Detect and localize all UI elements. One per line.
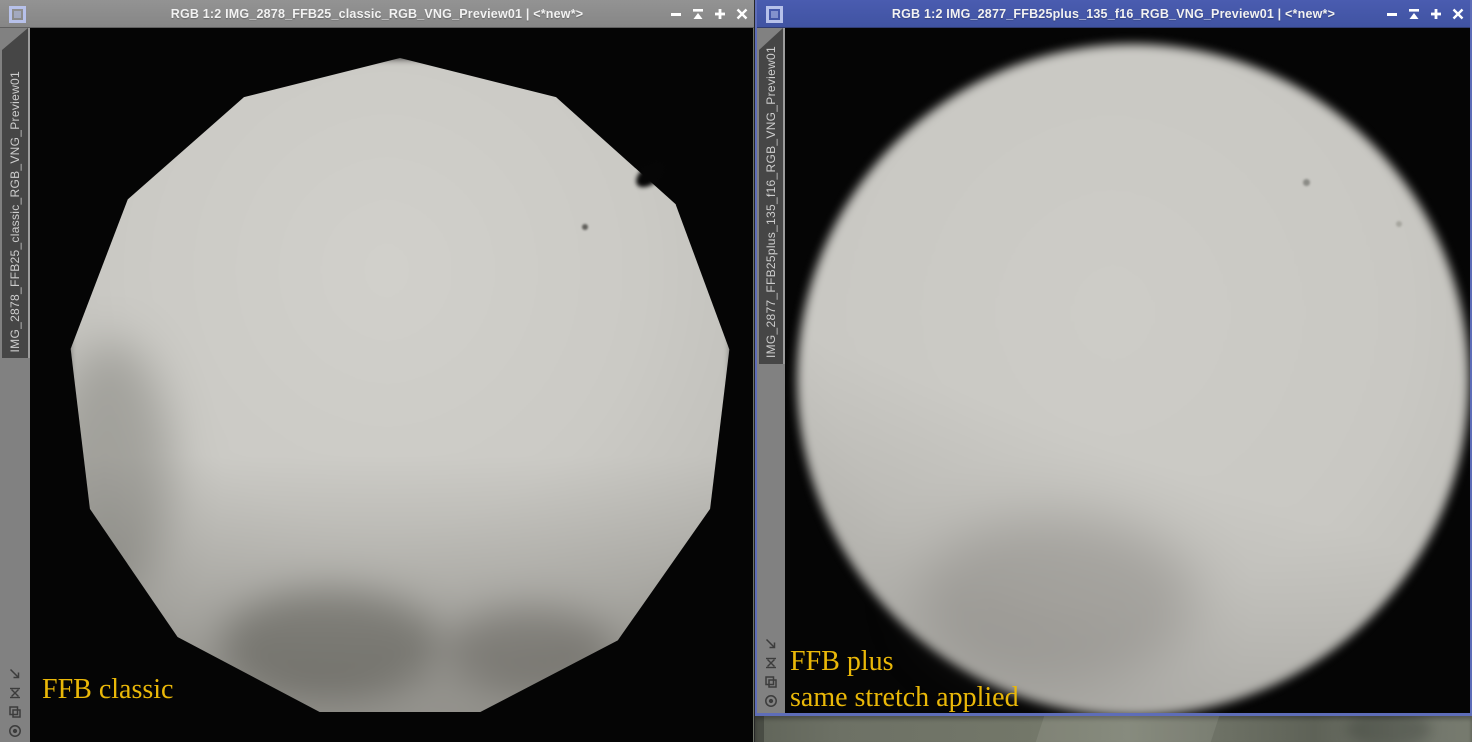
vignette-shade (68, 58, 732, 722)
window-title: RGB 1:2 IMG_2877_FFB25plus_135_f16_RGB_V… (757, 7, 1470, 21)
window-title: RGB 1:2 IMG_2878_FFB25_classic_RGB_VNG_P… (0, 7, 754, 21)
workspace-shadow (1347, 716, 1431, 742)
titlebar[interactable]: RGB 1:2 IMG_2878_FFB25_classic_RGB_VNG_P… (0, 0, 754, 28)
view-selector-strip: IMG_2877_FFB25plus_135_f16_RGB_VNG_Previ… (757, 28, 785, 713)
zoom-button[interactable] (712, 6, 728, 22)
close-button[interactable] (734, 6, 750, 22)
flat-field-disk (797, 44, 1469, 713)
side-toolbar (763, 636, 779, 709)
vignette-shade (797, 44, 1469, 713)
track-view-icon[interactable] (763, 693, 779, 709)
annotation-text: FFB classic (42, 672, 173, 708)
titlebar[interactable]: RGB 1:2 IMG_2877_FFB25plus_135_f16_RGB_V… (757, 0, 1470, 28)
shade-button[interactable] (690, 6, 706, 22)
view-selector-strip: IMG_2878_FFB25_classic_RGB_VNG_Preview01 (0, 28, 30, 742)
dust-speck (1303, 179, 1310, 186)
fit-view-icon[interactable] (763, 636, 779, 652)
image-window-ffb-classic: RGB 1:2 IMG_2878_FFB25_classic_RGB_VNG_P… (0, 0, 755, 742)
side-toolbar (7, 666, 23, 739)
selection-frame-icon[interactable] (7, 685, 23, 701)
pixinsight-workspace: RGB 1:2 IMG_2878_FFB25_classic_RGB_VNG_P… (0, 0, 1472, 742)
flat-field-disk (68, 58, 732, 722)
annotation-text-line2: same stretch applied (790, 680, 1019, 713)
zoom-button[interactable] (1428, 6, 1444, 22)
shade-button[interactable] (1406, 6, 1422, 22)
workspace-background (755, 716, 1472, 742)
workspace-shadow (755, 716, 764, 742)
dust-speck (1396, 221, 1402, 227)
preview-tab-label: IMG_2878_FFB25_classic_RGB_VNG_Preview01 (8, 71, 22, 352)
annotation-text-line1: FFB plus (790, 644, 894, 680)
image-window-ffb-plus: RGB 1:2 IMG_2877_FFB25plus_135_f16_RGB_V… (755, 0, 1472, 716)
titlebar-buttons (668, 0, 750, 28)
duplicate-view-icon[interactable] (7, 704, 23, 720)
selection-frame-icon[interactable] (763, 655, 779, 671)
duplicate-view-icon[interactable] (763, 674, 779, 690)
window-menu-icon[interactable] (766, 6, 783, 23)
window-menu-icon[interactable] (9, 6, 26, 23)
titlebar-buttons (1384, 0, 1466, 28)
fit-view-icon[interactable] (7, 666, 23, 682)
close-button[interactable] (1450, 6, 1466, 22)
preview-tab-label: IMG_2877_FFB25plus_135_f16_RGB_VNG_Previ… (764, 46, 778, 358)
minimize-button[interactable] (668, 6, 684, 22)
workspace-highlight (1036, 716, 1219, 742)
track-view-icon[interactable] (7, 723, 23, 739)
preview-tab[interactable]: IMG_2877_FFB25plus_135_f16_RGB_VNG_Previ… (759, 28, 783, 364)
preview-tab[interactable]: IMG_2878_FFB25_classic_RGB_VNG_Preview01 (2, 28, 28, 358)
image-canvas-ffb-classic[interactable]: FFB classic (30, 28, 753, 742)
dust-speck (582, 224, 588, 230)
minimize-button[interactable] (1384, 6, 1400, 22)
image-canvas-ffb-plus[interactable]: FFB plus same stretch applied (785, 28, 1470, 713)
